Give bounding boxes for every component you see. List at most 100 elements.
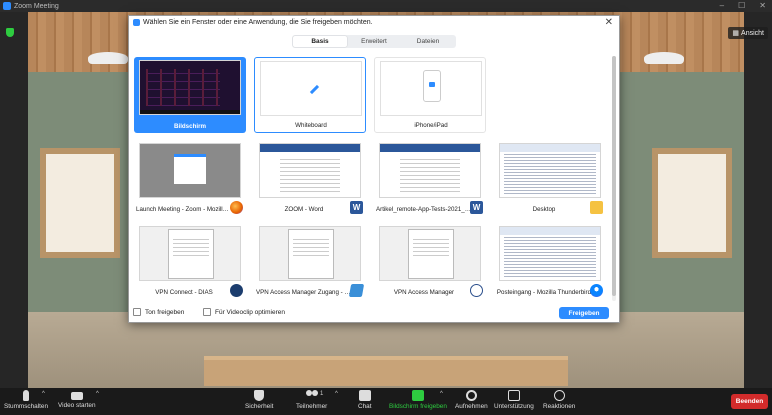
optimize-video-checkbox[interactable]: Für Videoclip optimieren (203, 308, 285, 316)
window-thumbnail (259, 143, 361, 198)
share-button[interactable]: Freigeben (559, 307, 609, 319)
participants-options-caret[interactable]: ^ (335, 391, 338, 397)
share-options-caret[interactable]: ^ (440, 391, 443, 397)
tab-dateien[interactable]: Dateien (401, 36, 455, 47)
reactions-button[interactable]: Reaktionen (543, 390, 575, 410)
dialog-footer: Ton freigeben Für Videoclip optimieren F… (129, 300, 619, 322)
share-screen-button[interactable]: Bildschirm freigeben (389, 390, 447, 410)
start-video-button[interactable]: Video starten (58, 390, 96, 409)
lock-icon (470, 284, 483, 297)
share-tile-window[interactable]: Artikel_remote-App-Tests-2021_0... (374, 140, 486, 216)
tile-label: Bildschirm (174, 123, 206, 130)
close-window-button[interactable]: ✕ (759, 1, 766, 10)
iphone-thumbnail (380, 61, 482, 116)
toolbar-label: Unterstützung (494, 403, 534, 410)
window-thumbnail (139, 143, 241, 198)
share-sound-label: Ton freigeben (145, 308, 185, 316)
window-thumbnail (499, 226, 601, 281)
participants-icon (305, 390, 318, 401)
share-tile-window[interactable]: Posteingang - Mozilla Thunderbird (494, 223, 606, 299)
scrollbar-thumb[interactable] (612, 56, 616, 296)
maximize-button[interactable]: ☐ (738, 1, 745, 10)
support-button[interactable]: Unterstützung (494, 390, 534, 410)
share-tile-window[interactable]: VPN Connect - DIAS (134, 223, 246, 299)
toolbar-label: Video starten (58, 402, 96, 409)
window-thumbnail (499, 143, 601, 198)
tile-label: Whiteboard (295, 122, 327, 129)
meeting-toolbar: Stummschalten ^ Video starten ^ Sicherhe… (0, 388, 772, 415)
share-tile-window[interactable]: Launch Meeting - Zoom - Mozilla ... (134, 140, 246, 216)
end-meeting-button[interactable]: Beenden (731, 394, 768, 409)
checkbox-box[interactable] (203, 308, 211, 316)
window-controls: – ☐ ✕ (720, 1, 766, 10)
window-title: Zoom Meeting (14, 2, 59, 10)
record-button[interactable]: Aufnehmen (455, 390, 488, 410)
window-thumbnail (379, 143, 481, 198)
toolbar-label: Aufnehmen (455, 403, 488, 410)
toolbar-label: Teilnehmer (296, 403, 328, 410)
share-tile-window[interactable]: VPN Access Manager (374, 223, 486, 299)
share-tabs: Basis Erweitert Dateien (292, 35, 456, 48)
manager-icon (348, 284, 365, 297)
chat-icon (358, 390, 371, 401)
vpn-icon (230, 284, 243, 297)
encryption-shield-icon[interactable] (6, 28, 14, 37)
share-screen-dialog: Wählen Sie ein Fenster oder eine Anwendu… (128, 15, 620, 323)
checkbox-box[interactable] (133, 308, 141, 316)
ceiling-lamp (644, 52, 684, 64)
share-tile-iphone-ipad[interactable]: iPhone/iPad (374, 57, 486, 133)
tab-basis[interactable]: Basis (293, 36, 347, 47)
share-tile-screen[interactable]: Bildschirm (134, 57, 246, 133)
video-options-caret[interactable]: ^ (96, 391, 99, 397)
wooden-bench (204, 356, 568, 386)
share-tile-window[interactable]: ZOOM - Word (254, 140, 366, 216)
tab-erweitert[interactable]: Erweitert (347, 36, 401, 47)
dialog-title: Wählen Sie ein Fenster oder eine Anwendu… (143, 19, 373, 26)
folder-icon (590, 201, 603, 214)
thunderbird-icon (590, 284, 603, 297)
mic-icon (23, 390, 30, 401)
toolbar-label: Bildschirm freigeben (389, 403, 447, 410)
dialog-titlebar: Wählen Sie ein Fenster oder eine Anwendu… (133, 19, 373, 26)
firefox-icon (230, 201, 243, 214)
view-button-label: Ansicht (741, 29, 764, 37)
grid-scrollbar[interactable] (612, 56, 616, 301)
participant-count: 1 (320, 391, 324, 397)
picture-frame-right (652, 148, 732, 258)
share-source-grid: Bildschirm Whiteboard iPhone/iPad Launch… (134, 57, 608, 302)
word-icon (470, 201, 483, 214)
share-tile-window[interactable]: VPN Access Manager Zugang - E... (254, 223, 366, 299)
audio-options-caret[interactable]: ^ (42, 391, 45, 397)
grid-icon: ▦ (732, 30, 740, 37)
view-button[interactable]: ▦ Ansicht (728, 27, 768, 39)
ceiling-lamp (88, 52, 128, 64)
picture-frame-left (40, 148, 120, 258)
toolbar-label: Chat (358, 403, 372, 410)
whiteboard-thumbnail (260, 61, 362, 116)
pencil-icon (304, 79, 320, 95)
window-thumbnail (379, 226, 481, 281)
toolbar-label: Reaktionen (543, 403, 576, 410)
phone-airplay-icon (423, 70, 441, 102)
zoom-logo-icon (3, 2, 11, 10)
share-tile-window[interactable]: Desktop (494, 140, 606, 216)
chat-button[interactable]: Chat (358, 390, 372, 410)
share-tile-whiteboard[interactable]: Whiteboard (254, 57, 366, 133)
tile-label: iPhone/iPad (414, 122, 448, 129)
word-icon (350, 201, 363, 214)
dialog-close-button[interactable]: ✕ (605, 17, 613, 28)
reactions-icon (553, 390, 565, 401)
share-sound-checkbox[interactable]: Ton freigeben (133, 308, 184, 316)
window-titlebar: Zoom Meeting – ☐ ✕ (0, 0, 772, 12)
share-screen-icon (411, 390, 424, 401)
camera-icon (70, 392, 83, 400)
record-icon (465, 390, 477, 401)
shield-icon (254, 390, 265, 401)
screen-thumbnail (139, 60, 241, 115)
toolbar-label: Sicherheit (245, 403, 274, 410)
window-thumbnail (139, 226, 241, 281)
minimize-button[interactable]: – (720, 1, 724, 10)
toolbar-label: Stummschalten (4, 403, 49, 410)
support-icon (507, 390, 520, 401)
security-button[interactable]: Sicherheit (245, 390, 273, 410)
